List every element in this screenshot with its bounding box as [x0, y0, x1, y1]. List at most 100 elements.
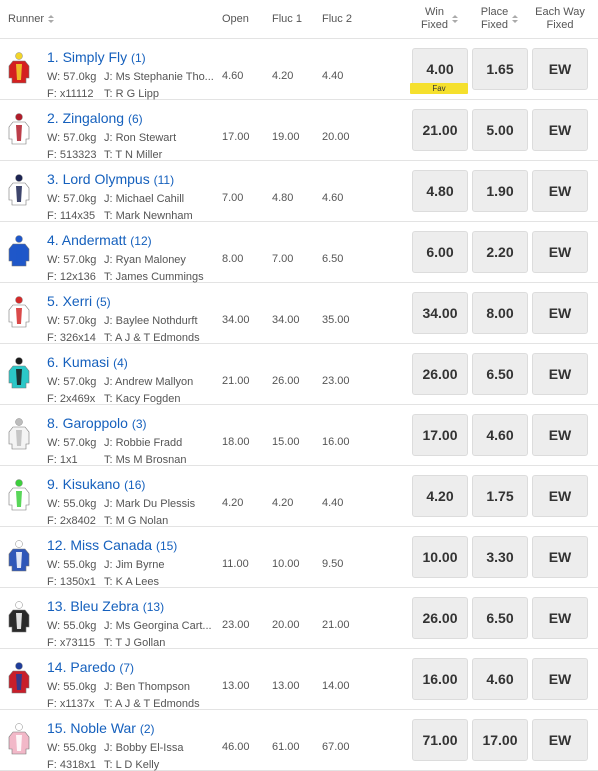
runner-name[interactable]: 5. Xerri [47, 293, 92, 309]
fluc2-price: 67.00 [322, 741, 350, 753]
place-odds-button[interactable]: 8.00 [472, 292, 528, 334]
place-odds-button[interactable]: 1.75 [472, 475, 528, 517]
fluc1-price: 26.00 [272, 375, 300, 387]
place-odds-button[interactable]: 3.30 [472, 536, 528, 578]
jockey: J: Robbie Fradd [104, 437, 183, 449]
open-price: 21.00 [222, 375, 250, 387]
form: F: x1137x [47, 698, 95, 710]
weight: W: 57.0kg [47, 254, 97, 266]
form: F: x73115 [47, 637, 96, 649]
win-odds-button[interactable]: 4.20 [412, 475, 468, 517]
each-way-button[interactable]: EW [532, 170, 588, 212]
form: F: 4318x1 [47, 759, 96, 771]
open-price: 13.00 [222, 680, 250, 692]
weight: W: 57.0kg [47, 71, 97, 83]
place-odds-button[interactable]: 1.90 [472, 170, 528, 212]
win-odds-button[interactable]: 4.80 [412, 170, 468, 212]
runner-name[interactable]: 13. Bleu Zebra [47, 598, 139, 614]
runner-name[interactable]: 8. Garoppolo [47, 415, 128, 431]
win-odds-button[interactable]: 26.00 [412, 353, 468, 395]
place-odds-button[interactable]: 2.20 [472, 231, 528, 273]
runner-name-link[interactable]: 8. Garoppolo (3) [47, 415, 147, 431]
win-odds-button[interactable]: 10.00 [412, 536, 468, 578]
win-odds-button[interactable]: 17.00 [412, 414, 468, 456]
form: F: 2x469x [47, 393, 96, 405]
place-odds-button[interactable]: 6.50 [472, 597, 528, 639]
form: F: 2x8402 [47, 515, 96, 527]
runner-name[interactable]: 1. Simply Fly [47, 49, 127, 65]
barrier-number: (1) [131, 51, 146, 65]
trainer: T: K A Lees [104, 576, 160, 588]
place-odds-button[interactable]: 4.60 [472, 658, 528, 700]
open-price: 18.00 [222, 436, 250, 448]
win-odds-button[interactable]: 6.00 [412, 231, 468, 273]
runner-name[interactable]: 6. Kumasi [47, 354, 109, 370]
runner-name[interactable]: 4. Andermatt [47, 232, 126, 248]
runner-list: 1. Simply Fly (1) W: 57.0kg J: Ms Stephani… [0, 39, 598, 771]
runner-name-link[interactable]: 6. Kumasi (4) [47, 354, 128, 370]
open-price: 7.00 [222, 192, 244, 204]
silk-kisukano-icon [8, 479, 30, 511]
place-odds-button[interactable]: 6.50 [472, 353, 528, 395]
each-way-button[interactable]: EW [532, 475, 588, 517]
runner-column-header[interactable]: Runner [8, 0, 55, 38]
each-way-fixed-column-header: Each Way Fixed [532, 0, 588, 38]
each-way-button[interactable]: EW [532, 292, 588, 334]
silk-paredo-icon [8, 662, 30, 694]
runner-name-link[interactable]: 13. Bleu Zebra (13) [47, 598, 164, 614]
runner-name[interactable]: 14. Paredo [47, 659, 116, 675]
runner-name-link[interactable]: 1. Simply Fly (1) [47, 49, 146, 65]
trainer: T: T J Gollan [104, 637, 166, 649]
each-way-button[interactable]: EW [532, 353, 588, 395]
runner-row: 15. Noble War (2) W: 55.0kg J: Bobby El-Is… [0, 710, 598, 771]
place-odds-button[interactable]: 4.60 [472, 414, 528, 456]
runner-name-link[interactable]: 15. Noble War (2) [47, 720, 155, 736]
win-odds-button[interactable]: 16.00 [412, 658, 468, 700]
fluc1-price: 4.20 [272, 497, 294, 509]
runner-name-link[interactable]: 4. Andermatt (12) [47, 232, 152, 248]
win-fixed-column-header[interactable]: Win Fixed [412, 0, 468, 38]
runner-name[interactable]: 3. Lord Olympus [47, 171, 150, 187]
runner-name-link[interactable]: 9. Kisukano (16) [47, 476, 145, 492]
trainer: T: A J & T Edmonds [104, 332, 200, 344]
each-way-button[interactable]: EW [532, 231, 588, 273]
each-way-button[interactable]: EW [532, 109, 588, 151]
each-way-button[interactable]: EW [532, 597, 588, 639]
place-odds-button[interactable]: 17.00 [472, 719, 528, 761]
runner-row: 4. Andermatt (12) W: 57.0kg J: Ryan Malone… [0, 222, 598, 283]
each-way-button[interactable]: EW [532, 536, 588, 578]
runner-name[interactable]: 12. Miss Canada [47, 537, 152, 553]
form: F: 1x1 [47, 454, 78, 466]
silk-bleu-zebra-icon [8, 601, 30, 633]
runner-name-link[interactable]: 12. Miss Canada (15) [47, 537, 177, 553]
fluc1-column-header: Fluc 1 [272, 13, 302, 25]
place-odds-button[interactable]: 5.00 [472, 109, 528, 151]
silk-lord-olympus-icon [8, 174, 30, 206]
win-odds-button[interactable]: 71.00 [412, 719, 468, 761]
trainer: T: A J & T Edmonds [104, 698, 200, 710]
each-way-button[interactable]: EW [532, 414, 588, 456]
win-odds-button[interactable]: 26.00 [412, 597, 468, 639]
place-header-line1: Place [480, 6, 509, 18]
jockey: J: Baylee Nothdurft [104, 315, 198, 327]
runner-name[interactable]: 2. Zingalong [47, 110, 124, 126]
win-odds-button[interactable]: 34.00 [412, 292, 468, 334]
place-odds-button[interactable]: 1.65 [472, 48, 528, 90]
weight: W: 57.0kg [47, 315, 97, 327]
each-way-button[interactable]: EW [532, 719, 588, 761]
runner-name[interactable]: 15. Noble War [47, 720, 136, 736]
runner-name-link[interactable]: 2. Zingalong (6) [47, 110, 143, 126]
win-odds-button[interactable]: 21.00 [412, 109, 468, 151]
runner-name-link[interactable]: 3. Lord Olympus (11) [47, 171, 174, 187]
sort-icon [451, 15, 458, 23]
place-fixed-column-header[interactable]: Place Fixed [472, 0, 528, 38]
form: F: x11112 [47, 88, 94, 100]
form: F: 1350x1 [47, 576, 96, 588]
weight: W: 55.0kg [47, 742, 97, 754]
runner-name[interactable]: 9. Kisukano [47, 476, 120, 492]
each-way-button[interactable]: EW [532, 48, 588, 90]
fluc1-price: 20.00 [272, 619, 300, 631]
runner-name-link[interactable]: 5. Xerri (5) [47, 293, 111, 309]
runner-name-link[interactable]: 14. Paredo (7) [47, 659, 134, 675]
each-way-button[interactable]: EW [532, 658, 588, 700]
